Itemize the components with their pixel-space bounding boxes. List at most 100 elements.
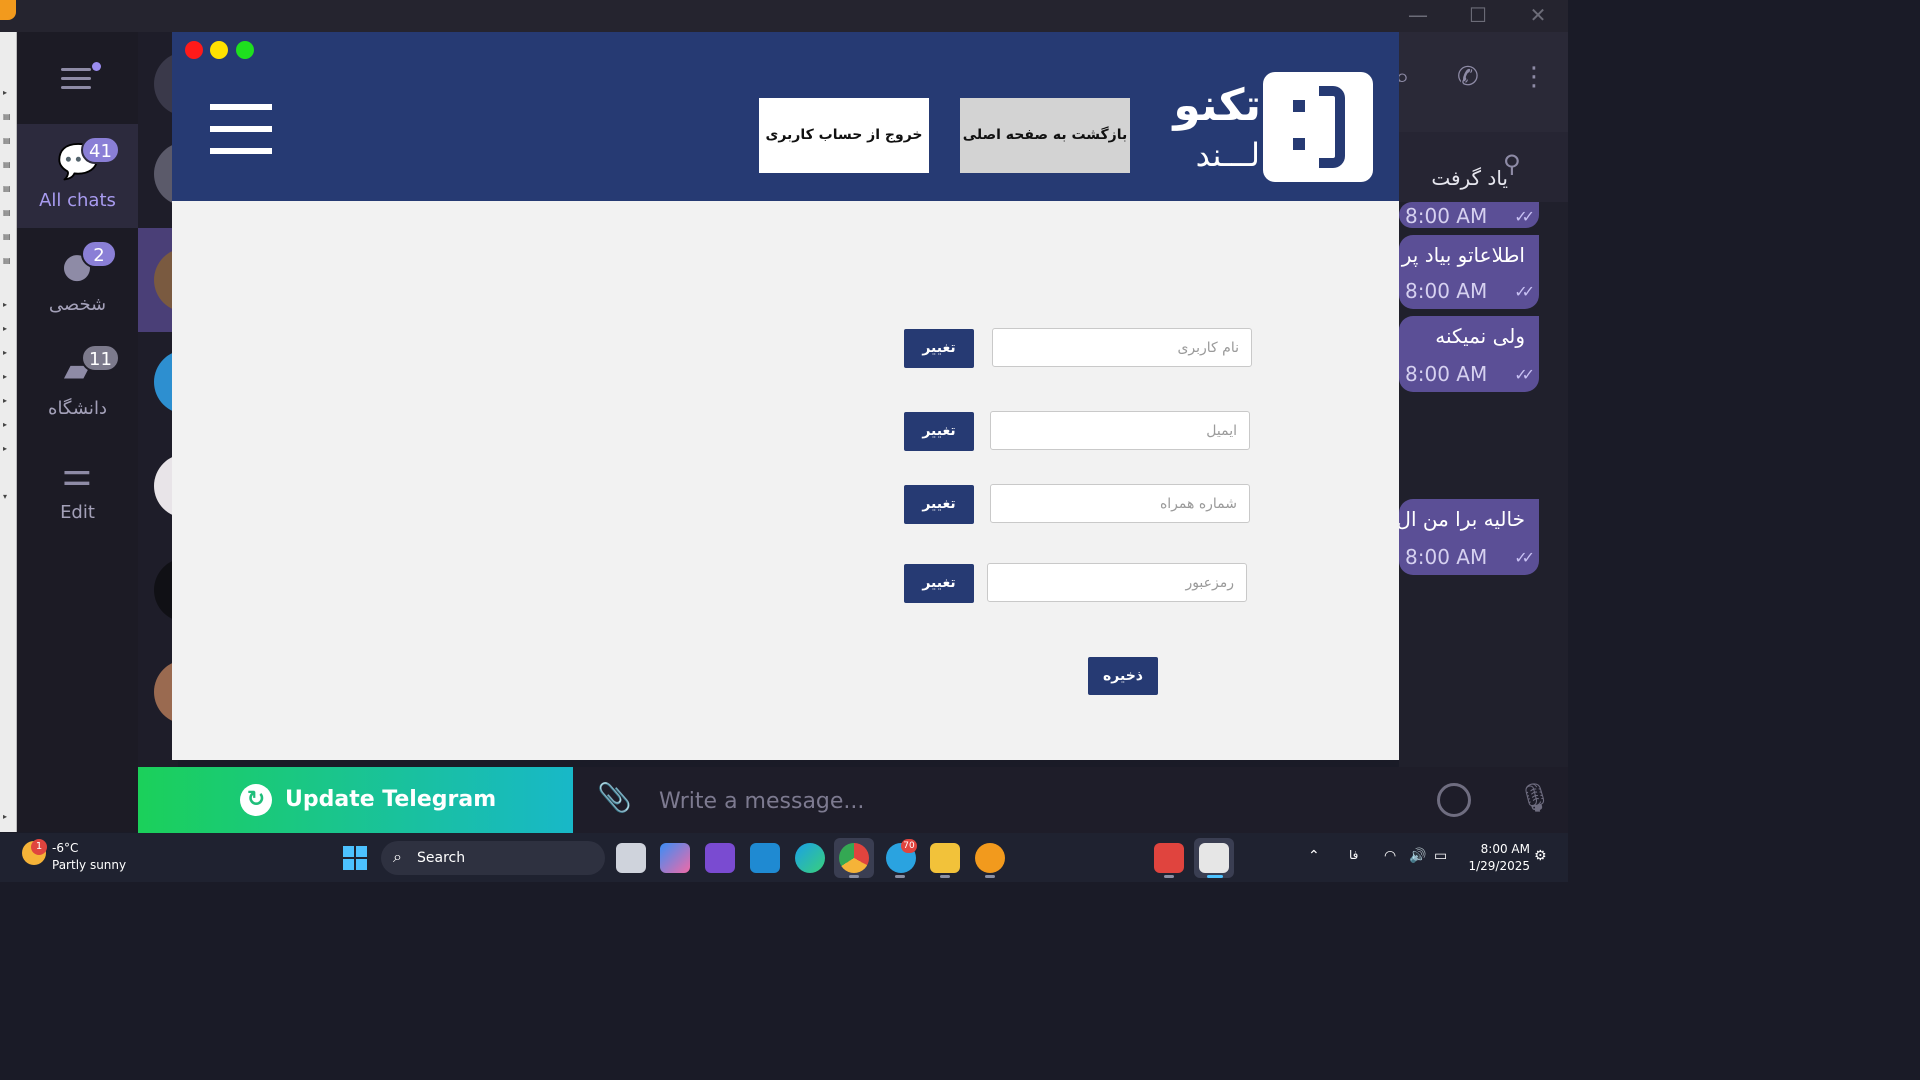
close-dot-icon[interactable] <box>185 41 203 59</box>
unread-badge: 2 <box>81 240 117 268</box>
language-indicator[interactable]: فا <box>1349 848 1358 862</box>
profile-app-window: خروج از حساب کاربری بازگشت به صفحه اصلی … <box>172 32 1399 760</box>
folder-label: دانشگاه <box>48 398 107 419</box>
strip-item-icon[interactable]: ▤ <box>3 232 13 242</box>
intellij-icon[interactable] <box>1154 843 1184 873</box>
message-bubble[interactable]: 8:00 AM ✓✓ <box>1399 202 1539 228</box>
email-input[interactable] <box>991 412 1249 449</box>
folder-all-chats[interactable]: 💬 41 All chats <box>17 124 138 228</box>
hamburger-menu-icon[interactable] <box>210 104 272 154</box>
save-button[interactable]: ذخیره <box>1088 657 1158 695</box>
username-field[interactable] <box>992 328 1252 367</box>
strip-item-icon[interactable]: ▤ <box>3 160 13 170</box>
strip-item-icon[interactable]: ▤ <box>3 136 13 146</box>
username-input[interactable] <box>993 329 1251 366</box>
logout-button[interactable]: خروج از حساب کاربری <box>759 98 929 173</box>
more-icon[interactable]: ⋮ <box>1521 62 1547 92</box>
change-password-button[interactable]: تغییر <box>904 564 974 603</box>
taskbar-search[interactable]: ⌕ Search <box>381 841 605 875</box>
change-phone-button[interactable]: تغییر <box>904 485 974 524</box>
search-label: Search <box>417 850 466 866</box>
chat-header: ⌕ ✆ ⋮ <box>1399 32 1568 132</box>
active-indicator <box>1207 875 1223 878</box>
strip-item-icon[interactable]: ▤ <box>3 208 13 218</box>
wifi-icon[interactable]: ◠ <box>1384 848 1396 864</box>
strip-arrow-icon[interactable]: ▸ <box>3 396 13 406</box>
message-bubble[interactable]: ولی نمیکنه 8:00 AM ✓✓ <box>1399 316 1539 392</box>
telegram-titlebar: — ☐ ✕ <box>0 0 1568 32</box>
telegram-app-icon <box>0 0 16 20</box>
pinned-message-text: یاد گرفت <box>1431 166 1508 190</box>
chrome-icon[interactable] <box>839 843 869 873</box>
message-time: 8:00 AM <box>1405 204 1488 228</box>
taskbar-clock[interactable]: 8:00 AM 1/29/2025 <box>1460 841 1530 875</box>
update-telegram-button[interactable]: ↻ Update Telegram <box>138 767 573 833</box>
read-check-icon: ✓✓ <box>1514 365 1535 384</box>
folder-university[interactable]: ▰ 11 دانشگاه <box>17 332 138 436</box>
notification-dot <box>92 62 101 71</box>
phone-icon[interactable]: ✆ <box>1457 62 1479 92</box>
notification-icon[interactable]: ⚙ <box>1534 848 1547 864</box>
strip-arrow-icon[interactable]: ▾ <box>3 492 13 502</box>
strip-item-icon[interactable]: ▤ <box>3 184 13 194</box>
emoji-icon[interactable] <box>1437 783 1471 817</box>
start-icon[interactable] <box>343 846 367 870</box>
weather-condition[interactable]: Partly sunny <box>52 858 126 872</box>
side-toolbar-strip: ▸ ▤ ▤ ▤ ▤ ▤ ▤ ▤ ▸ ▸ ▸ ▸ ▸ ▸ ▸ ▾ ▸ <box>0 32 17 832</box>
battery-icon[interactable]: ▭ <box>1434 848 1447 864</box>
maximize-dot-icon[interactable] <box>236 41 254 59</box>
strip-arrow-icon[interactable]: ▸ <box>3 348 13 358</box>
message-text: خالیه برا من ال <box>1399 507 1525 531</box>
task-view-icon[interactable] <box>616 843 646 873</box>
minimize-icon[interactable]: — <box>1398 2 1438 28</box>
brave-icon[interactable] <box>975 843 1005 873</box>
visual-studio-icon[interactable] <box>705 843 735 873</box>
folder-edit[interactable]: ⚌ Edit <box>17 436 138 540</box>
strip-arrow-icon[interactable]: ▸ <box>3 300 13 310</box>
chevron-up-icon[interactable]: ⌃ <box>1308 848 1320 864</box>
unread-badge: 11 <box>81 344 120 372</box>
volume-icon[interactable]: 🔊 <box>1409 848 1426 864</box>
maximize-icon[interactable]: ☐ <box>1458 2 1498 28</box>
edge-icon[interactable] <box>795 843 825 873</box>
main-menu-icon[interactable] <box>61 62 101 92</box>
back-home-button[interactable]: بازگشت به صفحه اصلی <box>960 98 1130 173</box>
password-input[interactable] <box>988 564 1246 601</box>
password-field[interactable] <box>987 563 1247 602</box>
strip-item-icon[interactable]: ▤ <box>3 112 13 122</box>
app-header: خروج از حساب کاربری بازگشت به صفحه اصلی … <box>172 32 1399 201</box>
weather-temperature[interactable]: -6°C <box>52 841 78 855</box>
message-input[interactable]: Write a message... <box>659 789 864 814</box>
email-field[interactable] <box>990 411 1250 450</box>
strip-arrow-icon[interactable]: ▸ <box>3 444 13 454</box>
minimize-dot-icon[interactable] <box>210 41 228 59</box>
strip-arrow-icon[interactable]: ▸ <box>3 372 13 382</box>
vscode-icon[interactable] <box>750 843 780 873</box>
copilot-icon[interactable] <box>660 843 690 873</box>
message-time: 8:00 AM <box>1405 545 1488 569</box>
refresh-icon: ↻ <box>240 784 272 816</box>
phone-field[interactable] <box>990 484 1250 523</box>
java-icon[interactable] <box>1199 843 1229 873</box>
close-icon[interactable]: ✕ <box>1518 2 1558 28</box>
running-indicator <box>985 875 995 878</box>
strip-arrow-icon[interactable]: ▸ <box>3 420 13 430</box>
message-bubble[interactable]: اطلاعاتو بیاد پر 8:00 AM ✓✓ <box>1399 235 1539 309</box>
change-username-button[interactable]: تغییر <box>904 329 974 368</box>
strip-arrow-icon[interactable]: ▸ <box>3 88 13 98</box>
file-explorer-icon[interactable] <box>930 843 960 873</box>
strip-item-icon[interactable]: ▤ <box>3 256 13 266</box>
message-bubble[interactable]: خالیه برا من ال 8:00 AM ✓✓ <box>1399 499 1539 575</box>
folder-personal[interactable]: ● 2 شخصی <box>17 228 138 332</box>
phone-input[interactable] <box>991 485 1249 522</box>
read-check-icon: ✓✓ <box>1514 282 1535 301</box>
attach-icon[interactable]: 📎 <box>597 781 632 814</box>
logo-title: تکنو <box>1173 80 1261 131</box>
strip-arrow-icon[interactable]: ▸ <box>3 324 13 334</box>
update-telegram-label: Update Telegram <box>285 787 497 812</box>
change-email-button[interactable]: تغییر <box>904 412 974 451</box>
strip-arrow-icon[interactable]: ▸ <box>3 812 13 822</box>
telegram-badge: 70 <box>901 839 917 853</box>
microphone-icon[interactable]: 🎙 <box>1517 781 1553 814</box>
search-icon[interactable]: ⌕ <box>1399 62 1410 93</box>
